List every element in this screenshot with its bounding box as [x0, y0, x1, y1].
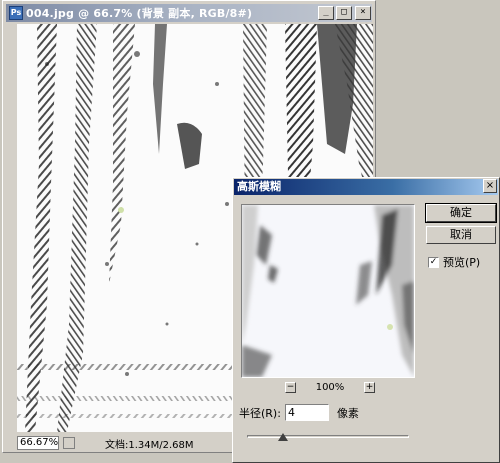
minimize-button[interactable]: _: [318, 6, 334, 20]
preview-window[interactable]: [241, 204, 415, 378]
preview-zoom-controls: − 100% +: [285, 381, 375, 393]
preview-label: 预览(P): [443, 256, 481, 269]
preview-checkbox-row[interactable]: ✓ 预览(P): [428, 254, 480, 270]
document-info: 文档:1.34M/2.68M: [105, 439, 194, 451]
radius-row: 半径(R): 4 像素: [239, 404, 359, 421]
preview-zoom-percent: 100%: [315, 381, 345, 393]
document-titlebar[interactable]: Ps 004.jpg @ 66.7% (背景 副本, RGB/8#) _ □ ×: [6, 4, 372, 22]
slider-track[interactable]: [247, 435, 409, 438]
zoom-field[interactable]: 66.67%: [17, 436, 59, 450]
status-menu-icon[interactable]: [63, 437, 75, 449]
cancel-button[interactable]: 取消: [426, 226, 496, 244]
radius-label: 半径(R):: [239, 406, 281, 420]
preview-checkbox[interactable]: ✓: [428, 256, 439, 268]
radius-unit: 像素: [336, 406, 359, 420]
zoom-in-button[interactable]: +: [364, 381, 375, 393]
gaussian-blur-dialog: 高斯模糊 × 确定 取消 ✓ 预览(P) − 100% + 半径(R): 4 像…: [232, 177, 500, 463]
radius-slider[interactable]: [247, 433, 409, 441]
maximize-button[interactable]: □: [336, 6, 352, 20]
dialog-titlebar[interactable]: 高斯模糊: [234, 179, 498, 195]
close-button[interactable]: ×: [355, 6, 371, 20]
preview-image: [242, 205, 414, 377]
dialog-close-button[interactable]: ×: [483, 179, 497, 193]
ok-button[interactable]: 确定: [425, 203, 497, 223]
radius-input[interactable]: 4: [284, 404, 329, 421]
document-title: 004.jpg @ 66.7% (背景 副本, RGB/8#): [26, 7, 253, 20]
zoom-out-button[interactable]: −: [285, 381, 296, 393]
photoshop-icon: Ps: [9, 6, 23, 20]
slider-thumb[interactable]: [277, 433, 288, 441]
dialog-title: 高斯模糊: [237, 180, 281, 193]
